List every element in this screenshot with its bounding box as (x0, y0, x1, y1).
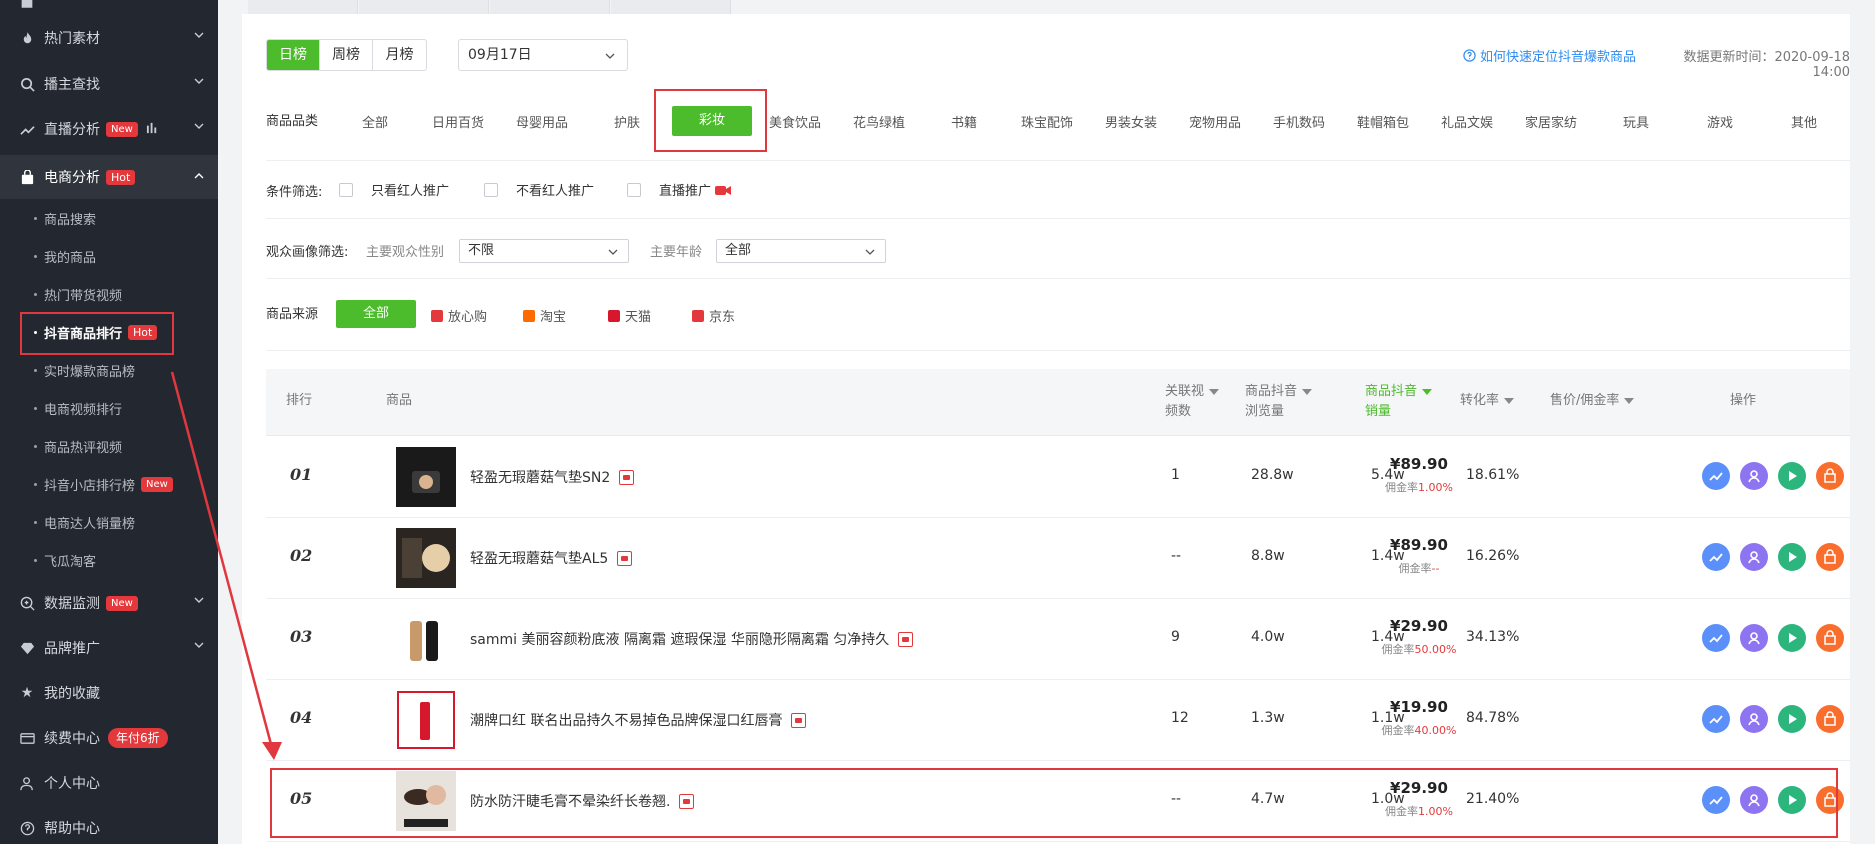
app-root: ■ 热门素材 播主查找 直播分析 New 电商分析 Hot 商品搜索 我的商品 … (0, 0, 1875, 844)
annotation-arrow (170, 371, 282, 760)
